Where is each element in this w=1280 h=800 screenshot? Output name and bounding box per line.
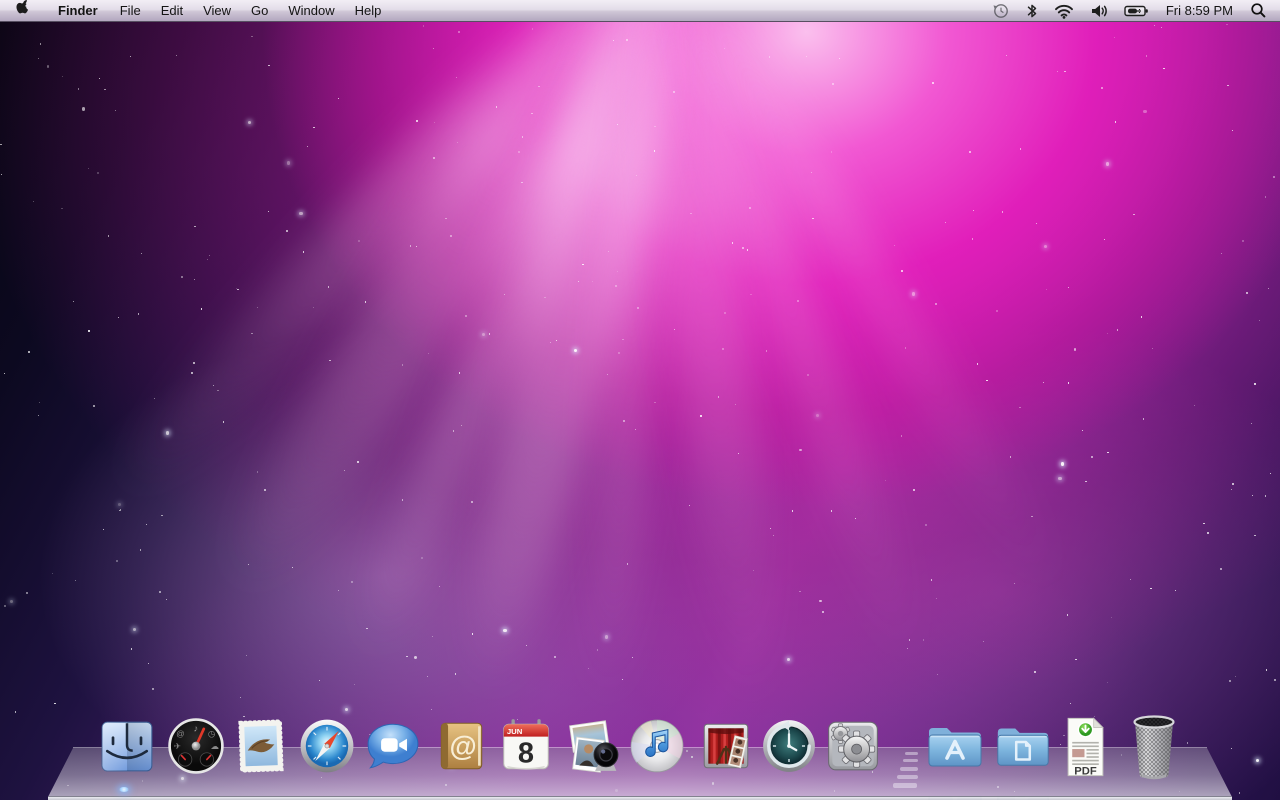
battery-charging-icon[interactable] — [1116, 0, 1157, 22]
dock-item-iphoto[interactable] — [563, 717, 621, 775]
wifi-icon[interactable] — [1046, 0, 1082, 22]
dock-item-itunes[interactable] — [628, 717, 686, 775]
svg-text:◷: ◷ — [208, 730, 215, 739]
svg-text:@: @ — [449, 730, 476, 761]
menu-bar: Finder File Edit View Go Window Help — [0, 0, 1280, 22]
big-gear — [839, 731, 875, 767]
starfield — [0, 0, 1280, 800]
dock-item-time-machine[interactable] — [760, 717, 818, 775]
time-machine-menu-icon[interactable] — [984, 0, 1018, 22]
svg-text:JUN: JUN — [507, 727, 523, 736]
dock-item-address-book[interactable]: @ — [432, 717, 490, 775]
menubar-clock[interactable]: Fri 8:59 PM — [1157, 3, 1242, 18]
menu-window[interactable]: Window — [278, 0, 344, 22]
apple-logo-icon — [15, 0, 29, 23]
spotlight-icon[interactable] — [1242, 0, 1280, 22]
desktop: Finder File Edit View Go Window Help — [0, 0, 1280, 800]
dock-item-system-preferences[interactable] — [824, 717, 882, 775]
dock-item-ical[interactable]: JUN 8 — [497, 717, 555, 775]
svg-text:♪: ♪ — [194, 724, 199, 734]
svg-text:✈: ✈ — [174, 742, 181, 751]
menu-edit[interactable]: Edit — [151, 0, 193, 22]
menu-view[interactable]: View — [193, 0, 241, 22]
menu-go[interactable]: Go — [241, 0, 278, 22]
menu-file[interactable]: File — [110, 0, 151, 22]
dock-item-trash[interactable] — [1128, 710, 1180, 784]
finder-running-indicator — [119, 787, 129, 792]
svg-text:8: 8 — [518, 738, 534, 770]
dock-item-mail[interactable] — [232, 717, 290, 775]
dock-item-finder[interactable] — [98, 717, 156, 775]
dock-item-photo-booth[interactable] — [697, 717, 755, 775]
dock-item-dashboard[interactable]: ♪ @ ◷ ✈ ☁ — [167, 717, 225, 775]
dock-item-documents-folder[interactable] — [992, 716, 1054, 774]
bluetooth-icon[interactable] — [1018, 0, 1046, 22]
svg-text:PDF: PDF — [1074, 766, 1097, 778]
dock-item-applications-folder[interactable] — [923, 716, 987, 774]
svg-text:☁: ☁ — [211, 742, 219, 751]
menu-finder[interactable]: Finder — [46, 0, 110, 22]
apple-menu[interactable] — [0, 0, 46, 22]
volume-icon[interactable] — [1082, 0, 1116, 22]
dock-item-ichat[interactable] — [364, 717, 422, 775]
dock-shelf-front-face — [48, 796, 1232, 800]
menu-help[interactable]: Help — [345, 0, 392, 22]
svg-text:@: @ — [176, 730, 184, 739]
dock-item-safari[interactable] — [298, 717, 356, 775]
dock-item-pdf-document[interactable]: PDF — [1062, 716, 1109, 778]
